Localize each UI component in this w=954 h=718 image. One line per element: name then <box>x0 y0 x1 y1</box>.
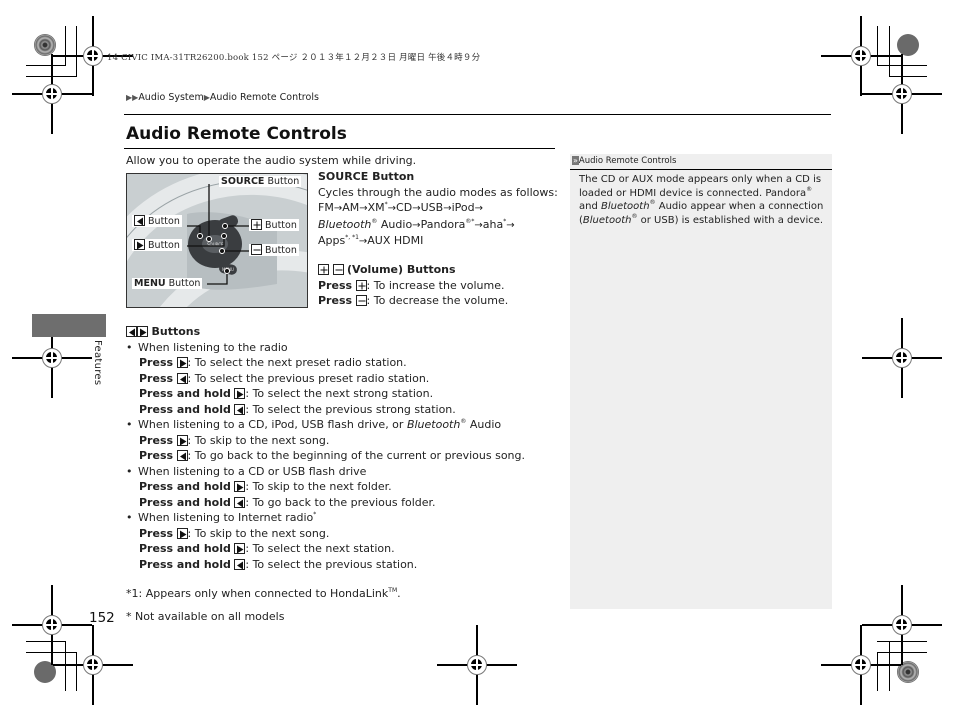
instruction-row: Press : To select the previous preset ra… <box>139 371 430 385</box>
instruction-row: Press and hold : To go back to the previ… <box>139 495 436 509</box>
prev-button-label: Button <box>132 215 182 227</box>
registration-mark-icon <box>862 54 942 134</box>
prev-arrow-icon <box>176 450 188 461</box>
instruction-row: Press : To skip to the next song. <box>139 526 330 540</box>
next-arrow-icon <box>137 326 148 337</box>
intro-text: Allow you to operate the audio system wh… <box>126 154 417 167</box>
instruction-row: Press : To skip to the next song. <box>139 433 330 447</box>
breadcrumb-item[interactable]: Audio Remote Controls <box>210 92 319 103</box>
plus-button-label: Button <box>249 219 299 231</box>
page-number: 152 <box>89 610 115 626</box>
next-arrow-icon <box>234 388 246 399</box>
next-arrow-icon <box>176 527 188 539</box>
registration-mark-icon <box>821 625 901 705</box>
next-arrow-icon <box>176 357 188 368</box>
note-reference-icon: » <box>572 156 579 165</box>
minus-icon <box>355 295 367 306</box>
header-rule <box>124 114 831 115</box>
instruction-row: Press : To select the next preset radio … <box>139 356 407 369</box>
next-arrow-icon <box>234 481 246 492</box>
plus-icon <box>318 264 329 275</box>
prev-arrow-icon <box>234 403 246 415</box>
source-button-section: SOURCE Button Cycles through the audio m… <box>318 169 558 250</box>
prev-arrow-icon <box>234 558 246 570</box>
prev-arrow-icon <box>234 496 246 508</box>
volume-decrease-row: Press : To decrease the volume. <box>318 294 509 307</box>
instruction-row: Press and hold : To select the previous … <box>139 557 418 571</box>
volume-heading: (Volume) Buttons <box>318 262 558 278</box>
prev-arrow-icon <box>176 372 188 384</box>
instruction-row: Press and hold : To select the previous … <box>139 402 456 416</box>
registration-mark-icon <box>53 625 133 705</box>
condition-bullet: When listening to a CD, iPod, USB flash … <box>126 417 546 433</box>
next-button-label: Button <box>132 239 182 251</box>
print-header: 14 CIVIC IMA-31TR26200.book 152 ページ ２０１３… <box>107 53 481 63</box>
instruction-row: Press and hold : To skip to the next fol… <box>139 480 392 493</box>
source-heading: SOURCE Button <box>318 170 415 183</box>
side-note-panel: »Audio Remote Controls The CD or AUX mod… <box>570 154 832 609</box>
source-mode-sequence: FM→AM→XM*→CD→USB→iPod→ Bluetooth® Audio→… <box>318 201 515 247</box>
plus-icon <box>251 219 262 230</box>
menu-button-label: MENU Button <box>132 278 203 289</box>
prev-arrow-icon <box>126 326 137 337</box>
seek-groups: When listening to the radioPress : To se… <box>126 340 546 573</box>
title-rule <box>124 148 555 149</box>
registration-mark-icon <box>862 318 942 398</box>
plus-icon <box>355 279 367 291</box>
minus-icon <box>251 244 262 255</box>
condition-bullet: When listening to the radio <box>126 340 546 356</box>
double-triangle-icon: ▶▶ <box>126 93 139 102</box>
side-note-body: The CD or AUX mode appears only when a C… <box>579 174 824 226</box>
registration-mark-icon <box>12 54 92 134</box>
seek-heading: Buttons <box>126 324 546 340</box>
registration-mark-icon <box>437 625 517 705</box>
seek-buttons-section: Buttons When listening to the radioPress… <box>126 324 546 572</box>
next-arrow-icon <box>134 239 145 250</box>
next-arrow-icon <box>234 543 246 554</box>
minus-icon <box>332 264 344 275</box>
breadcrumb-item[interactable]: Audio System <box>138 92 203 103</box>
volume-buttons-section: (Volume) Buttons Press : To increase the… <box>318 262 558 309</box>
volume-increase-row: Press : To increase the volume. <box>318 278 505 292</box>
steering-wheel-figure: SOURCE MENU SOURCE Button Button Button … <box>126 173 308 308</box>
instruction-row: Press : To go back to the beginning of t… <box>139 449 526 462</box>
side-note-rule <box>570 169 832 170</box>
prev-arrow-icon <box>134 215 145 226</box>
footnote: *1: Appears only when connected to Honda… <box>126 587 401 600</box>
next-arrow-icon <box>176 434 188 446</box>
availability-note: * Not available on all models <box>126 610 285 623</box>
instruction-row: Press and hold : To select the next stro… <box>139 387 434 400</box>
source-description: Cycles through the audio modes as follow… <box>318 185 558 199</box>
condition-bullet: When listening to a CD or USB flash driv… <box>126 464 546 480</box>
minus-button-label: Button <box>249 244 299 256</box>
instruction-row: Press and hold : To select the next stat… <box>139 542 395 555</box>
section-tab[interactable] <box>32 314 106 337</box>
side-note-heading: »Audio Remote Controls <box>572 156 677 166</box>
section-tab-label: Features <box>92 340 103 386</box>
page-title: Audio Remote Controls <box>126 124 347 144</box>
condition-bullet: When listening to Internet radio* <box>126 510 546 526</box>
breadcrumb: ▶▶Audio System▶Audio Remote Controls <box>126 92 319 103</box>
source-button-label: SOURCE Button <box>219 176 302 187</box>
